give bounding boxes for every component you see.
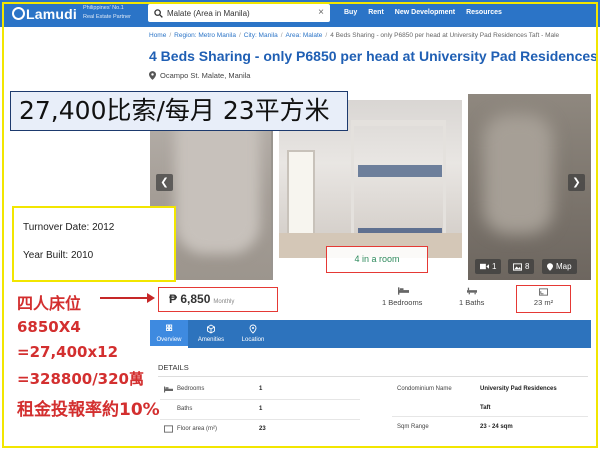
tagline: Philippines' No.1 Real Estate Partner (83, 4, 143, 22)
tab-overview[interactable]: Overview (150, 320, 188, 348)
annotation-calc-1: 6850X4 (17, 318, 81, 336)
price-highlight: ₱ 6,850 Monthly (158, 287, 278, 312)
detail-floor-area-value: 23 (259, 426, 266, 432)
tab-amenities[interactable]: Amenities (192, 320, 230, 348)
detail-baths-value: 1 (259, 406, 263, 412)
photo-icon (513, 262, 522, 271)
gallery-next-button[interactable]: ❯ (568, 174, 585, 191)
bedrooms-stat: 1 Bedrooms (382, 298, 423, 307)
breadcrumb-city[interactable]: City: Manila (244, 32, 278, 39)
page-title: 4 Beds Sharing - only P6850 per head at … (149, 48, 598, 64)
nav-rent[interactable]: Rent (368, 9, 384, 16)
bed-icon (398, 287, 409, 295)
annotation-calc-2: =27,400x12 (17, 343, 119, 361)
detail-sqm-range-label: Sqm Range (397, 424, 429, 430)
address-text: Ocampo St. Malate, Manila (160, 71, 251, 80)
lamudi-logo[interactable]: Lamudi (12, 5, 77, 22)
detail-condo-name-value-cont: Taft (480, 405, 491, 411)
clear-search-icon[interactable]: × (318, 7, 324, 19)
map-chip[interactable]: Map (542, 259, 577, 274)
grid-icon (166, 324, 173, 331)
breadcrumb: Home / Region: Metro Manila / City: Manila / A… (149, 32, 560, 39)
top-header: Lamudi Philippines' No.1 Real Estate Par… (0, 0, 600, 27)
detail-bedrooms-label: Bedrooms (177, 386, 205, 392)
search-input[interactable] (167, 8, 317, 18)
location-pin-icon (149, 71, 156, 80)
breadcrumb-home[interactable]: Home (149, 32, 166, 39)
nav-resources[interactable]: Resources (466, 9, 502, 16)
search-icon (154, 8, 163, 18)
tab-location[interactable]: Location (234, 320, 272, 348)
annotation-four-beds: 四人床位 (17, 294, 82, 313)
detail-bedrooms-value: 1 (259, 386, 263, 392)
annotation-calc-3: =328800/320萬 (17, 370, 144, 388)
detail-sqm-range-value: 23 - 24 sqm (480, 424, 513, 430)
floor-area-icon (164, 425, 173, 433)
details-heading: DETAILS (158, 363, 189, 372)
listing-address: Ocampo St. Malate, Manila (149, 71, 250, 80)
search-bar[interactable]: × (148, 4, 330, 22)
area-highlight: 23 m² (516, 285, 571, 313)
annotation-roi: 租金投報率約10% (17, 400, 160, 420)
tagline-line-2: Real Estate Partner (83, 14, 131, 20)
build-info-box: Turnover Date: 2012 Year Built: 2010 (12, 206, 176, 282)
room-label-annotation: 4 in a room (326, 246, 428, 273)
bath-icon (467, 287, 477, 295)
logo-icon (12, 7, 25, 20)
price-area-banner: 27,400比索/每月 23平方米 (10, 91, 348, 131)
location-icon (249, 324, 257, 334)
year-built: Year Built: 2010 (23, 250, 94, 261)
floor-area-icon (539, 288, 548, 296)
detail-condo-name-value: University Pad Residences (480, 386, 557, 392)
video-count-chip[interactable]: 1 (475, 259, 502, 274)
gallery-prev-button[interactable]: ❮ (156, 174, 173, 191)
detail-condo-name-label: Condominium Name (397, 386, 452, 392)
nav-new-development[interactable]: New Development (395, 9, 455, 16)
breadcrumb-area[interactable]: Area: Malate (286, 32, 323, 39)
logo-text: Lamudi (26, 5, 77, 22)
nav-buy[interactable]: Buy (344, 9, 357, 16)
baths-stat: 1 Baths (459, 298, 485, 307)
detail-tabs: Overview Amenities Location (150, 320, 591, 348)
breadcrumb-region[interactable]: Region: Metro Manila (174, 32, 236, 39)
price-unit: Monthly (213, 299, 235, 305)
turnover-date: Turnover Date: 2012 (23, 222, 115, 233)
tagline-line-1: Philippines' No.1 (83, 5, 124, 11)
annotation-arrow (100, 293, 155, 303)
breadcrumb-current: 4 Beds Sharing - only P6850 per head at … (330, 32, 560, 39)
price-value: ₱ 6,850 (169, 292, 211, 306)
photo-count-chip[interactable]: 8 (508, 259, 535, 274)
detail-floor-area-label: Floor area (m²) (177, 426, 218, 432)
map-pin-icon (547, 262, 553, 271)
detail-baths-label: Baths (177, 406, 193, 412)
cube-icon (207, 324, 215, 334)
area-stat: 23 m² (533, 298, 554, 307)
bed-icon (164, 386, 173, 393)
main-nav: Buy Rent New Development Resources (344, 9, 502, 16)
video-icon (480, 263, 489, 270)
